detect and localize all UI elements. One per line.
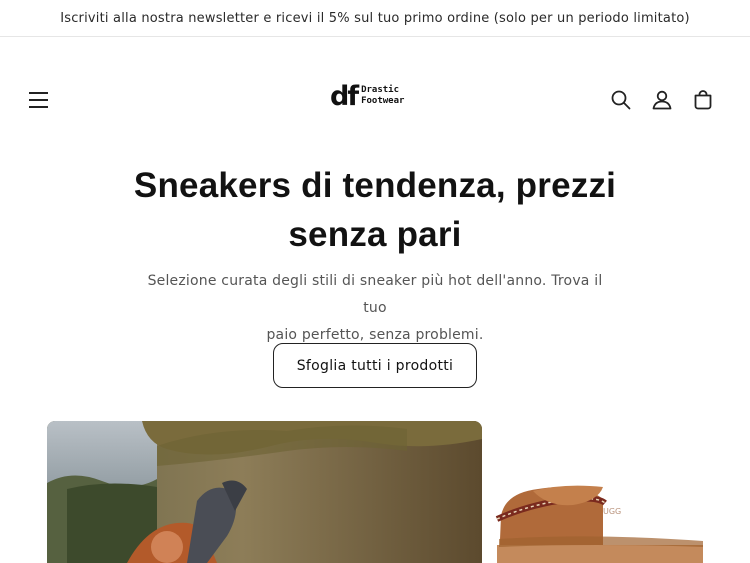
- logo-text-line1: Drastic: [361, 85, 400, 95]
- hero-subtitle-line2: paio perfetto, senza problemi.: [266, 327, 484, 343]
- hero-title-line2: senza pari: [288, 215, 462, 254]
- announcement-bar: Iscriviti alla nostra newsletter e ricev…: [0, 0, 750, 37]
- site-header: df Drastic Footwear: [0, 37, 750, 161]
- browse-all-products-button[interactable]: Sfoglia tutti i prodotti: [273, 343, 477, 388]
- hero-title-line1: Sneakers di tendenza, prezzi: [133, 166, 617, 205]
- announcement-text: Iscriviti alla nostra newsletter e ricev…: [60, 10, 690, 26]
- hero-subtitle: Selezione curata degli stili di sneaker …: [140, 268, 610, 349]
- slipper-brand-mark: UGG: [603, 507, 621, 516]
- logo-mark: df: [330, 80, 359, 112]
- cart-icon[interactable]: [692, 89, 714, 111]
- hero-title: Sneakers di tendenza, prezzi senza pari: [125, 161, 625, 259]
- menu-icon[interactable]: [29, 90, 49, 110]
- lifestyle-photo: [47, 421, 482, 563]
- account-icon[interactable]: [651, 89, 673, 111]
- hero-subtitle-line1: Selezione curata degli stili di sneaker …: [147, 273, 603, 316]
- product-image-slipper[interactable]: UGG: [493, 421, 713, 563]
- logo-text: Drastic Footwear: [361, 85, 404, 107]
- hero-lifestyle-image[interactable]: [47, 421, 482, 563]
- logo[interactable]: df Drastic Footwear: [330, 81, 404, 111]
- logo-text-line2: Footwear: [361, 96, 405, 106]
- slipper-photo: UGG: [495, 485, 703, 563]
- search-icon[interactable]: [610, 89, 632, 111]
